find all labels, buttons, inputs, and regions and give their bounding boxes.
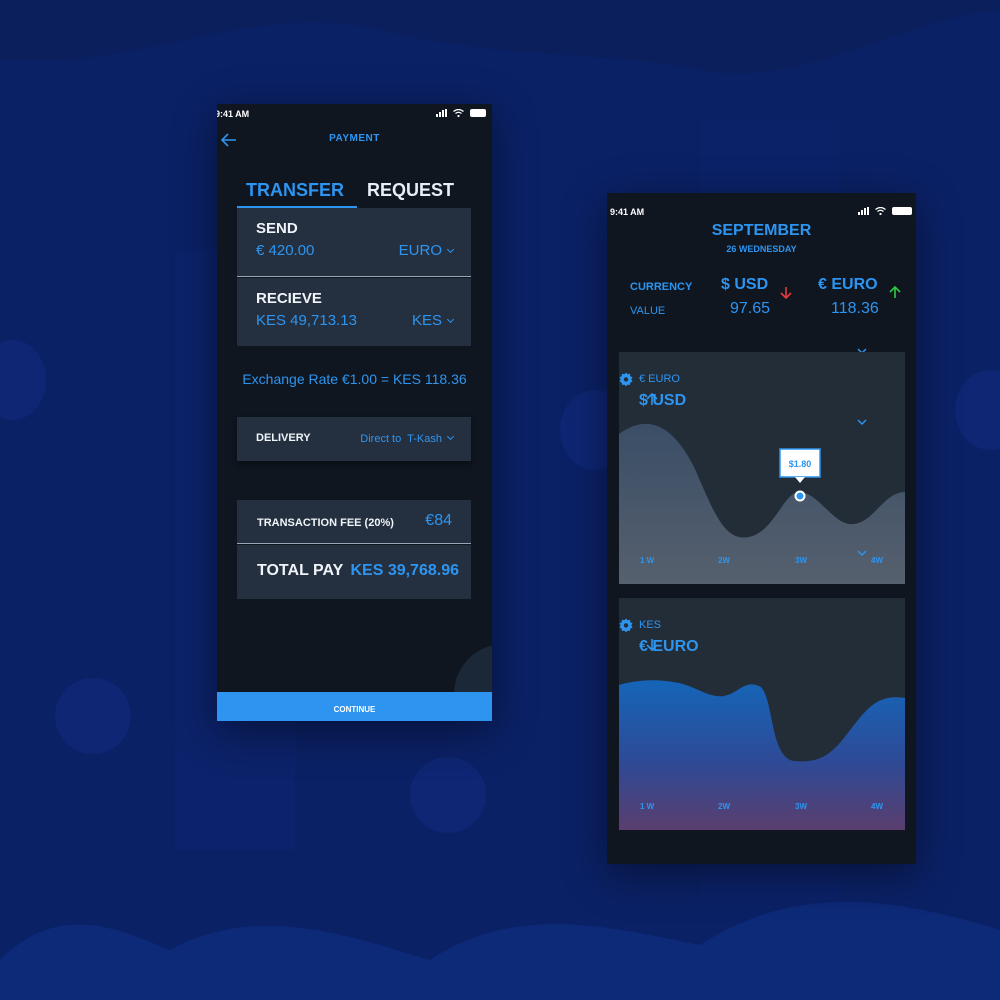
send-currency-select[interactable]: EURO	[398, 242, 455, 259]
status-bar: 9:41 AM	[217, 104, 492, 124]
exchange-rate: Exchange Rate €1.00 = KES 118.36	[242, 371, 467, 387]
transaction-fee-card: TRANSACTION FEE (20%) €84	[237, 500, 471, 543]
gear-icon[interactable]	[619, 372, 633, 386]
arrow-down-icon	[780, 287, 792, 300]
fee-value: €84	[425, 512, 452, 529]
usd-chart-card: $1.80 1 W 2W 3W 4W € EURO $ USD	[619, 352, 905, 584]
usd-area	[619, 423, 905, 584]
delivery-value-text: Direct to T-Kash	[360, 433, 442, 445]
signal-icon	[436, 109, 447, 117]
area-chart: 1 W 2W 3W 4W	[619, 680, 905, 830]
send-amount-input[interactable]: € 420.00	[256, 242, 314, 259]
battery-icon	[892, 207, 912, 215]
usd-value: 97.65	[730, 300, 771, 317]
page-title: PAYMENT	[329, 133, 380, 144]
divider	[237, 276, 471, 277]
value-label: VALUE	[630, 305, 666, 317]
chart-subtitle: KES	[639, 619, 662, 631]
currency-label: CURRENCY	[630, 281, 693, 293]
x-tick-label: 2W	[718, 802, 730, 811]
chevron-down-icon	[446, 245, 455, 254]
receive-card: RECIEVE KES 49,713.13 KES	[237, 278, 471, 346]
wifi-icon	[453, 109, 464, 117]
x-tick-label: 1 W	[640, 802, 655, 811]
payment-screen: 9:41 AM PAYMENT TRANSFER REQUEST SEND € …	[217, 104, 492, 721]
x-tick-label: 1 W	[640, 556, 655, 565]
usd-currency-name: $ USD	[721, 276, 769, 293]
signal-icon	[858, 207, 869, 215]
status-bar: 9:41 AM	[607, 193, 916, 217]
delivery-label: DELIVERY	[256, 432, 311, 444]
arrow-up-icon	[646, 392, 658, 405]
status-time: 9:41 AM	[217, 109, 250, 119]
send-card: SEND € 420.00 EURO	[237, 208, 471, 276]
wifi-icon	[875, 207, 886, 215]
continue-button[interactable]: CONTINUE	[217, 692, 492, 721]
receive-amount-input[interactable]: KES 49,713.13	[256, 312, 357, 329]
data-point-marker[interactable]	[794, 490, 806, 502]
tooltip-value: $1.80	[789, 459, 812, 469]
x-tick-label: 3W	[795, 556, 807, 565]
receive-currency-label: KES	[411, 312, 442, 329]
gear-icon[interactable]	[619, 618, 633, 632]
area-chart: $1.80 1 W 2W 3W 4W	[619, 419, 905, 584]
chart-subtitle: € EURO	[639, 373, 680, 385]
chevron-down-icon	[446, 315, 455, 324]
euro-area	[619, 680, 905, 830]
send-currency-label: EURO	[398, 242, 442, 259]
day-subtitle: 26 WEDNESDAY	[726, 244, 797, 254]
x-tick-label: 3W	[795, 802, 807, 811]
tooltip: $1.80	[779, 448, 821, 483]
chevron-down-icon	[857, 419, 867, 426]
tab-request[interactable]: REQUEST	[367, 180, 454, 201]
battery-icon	[470, 109, 486, 117]
x-tick-label: 4W	[871, 802, 883, 811]
total-value: KES 39,768.96	[350, 562, 459, 579]
send-label: SEND	[256, 220, 298, 237]
euro-currency-name: € EURO	[818, 276, 878, 293]
chevron-down-icon	[446, 432, 455, 441]
rates-screen: 9:41 AM SEPTEMBER 26 WEDNESDAY CURRENCY …	[607, 193, 916, 864]
total-label: TOTAL PAY	[257, 562, 344, 579]
delivery-value: Direct to T-Kash	[360, 432, 455, 445]
fee-label: TRANSACTION FEE (20%)	[257, 517, 394, 529]
delivery-select[interactable]: DELIVERY Direct to T-Kash	[237, 417, 471, 461]
chart-title: € EURO	[639, 638, 699, 656]
euro-value: 118.36	[831, 300, 879, 317]
euro-chart-card: 1 W 2W 3W 4W KES € EURO	[619, 598, 905, 830]
total-pay-card: TOTAL PAY KES 39,768.96	[237, 545, 471, 599]
receive-currency-select[interactable]: KES	[411, 312, 455, 329]
month-title: SEPTEMBER	[711, 222, 812, 239]
chart-title: $ USD	[639, 392, 686, 410]
arrow-down-icon	[646, 639, 658, 652]
divider	[237, 543, 471, 544]
x-tick-label: 2W	[718, 556, 730, 565]
status-time: 9:41 AM	[610, 207, 645, 217]
arrow-up-icon	[889, 285, 901, 298]
receive-label: RECIEVE	[256, 290, 322, 307]
x-tick-label: 4W	[871, 556, 883, 565]
tab-transfer[interactable]: TRANSFER	[246, 180, 344, 201]
